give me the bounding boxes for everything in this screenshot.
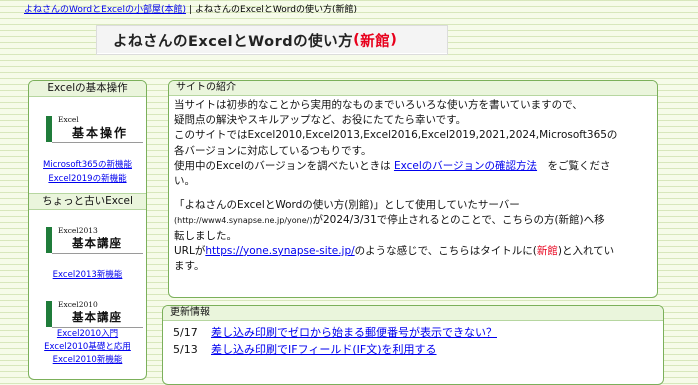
intro-line: URLがhttps://yone.synapse-site.jp/のような感じで… [174, 244, 651, 259]
intro-line: (http://www4.synapse.ne.jp/yone/)が2024/3… [174, 213, 651, 228]
sidebar-heading-excel-basics: Excelの基本操作 [29, 81, 146, 97]
breadcrumb-link-honkan[interactable]: よねさんのWordとExcelの小部屋(本館) [24, 5, 186, 15]
intro-text: をご覧くださ [537, 159, 611, 172]
intro-line: 転しました。 [174, 229, 237, 242]
page-title-suffix-open: ( [353, 32, 361, 48]
intro-line: 「よねさんのExcelとWordの使い方(別館)」として使用していたサーバー [174, 199, 520, 212]
banner-big-label: 基本操作 [72, 126, 129, 140]
excel-version-check-link[interactable]: Excelのバージョンの確認方法 [394, 160, 537, 172]
sidebar-link-microsoft365[interactable]: Microsoft365の新機能 [29, 158, 146, 170]
update-date: 5/17 [173, 326, 198, 339]
sidebar-link-excel2013-new[interactable]: Excel2013新機能 [29, 268, 146, 280]
banner-excel2013-course[interactable]: Excel2013 基本講座 [46, 226, 143, 255]
update-date: 5/13 [173, 343, 198, 356]
banner-big-label: 基本講座 [72, 236, 122, 250]
page-title: よねさんのExcelとWordの使い方(新館) [96, 25, 448, 55]
sidebar: Excelの基本操作 Excel 基本操作 Microsoft365の新機能 E… [28, 80, 147, 380]
update-link[interactable]: 差し込み印刷でIFフィールド(IF文)を利用する [211, 341, 437, 358]
site-intro-heading: サイトの紹介 [169, 81, 657, 96]
banner-excel-basic-ops[interactable]: Excel 基本操作 [46, 115, 143, 144]
list-item: 5/17 差し込み印刷でゼロから始まる郵便番号が表示できない？ [163, 324, 663, 341]
intro-line: 当サイトは初歩的なことから実用的なものまでいろいろな使い方を書いていますので、 [174, 99, 583, 111]
update-list: 5/17 差し込み印刷でゼロから始まる郵便番号が表示できない？ 5/13 差し込… [163, 321, 663, 358]
site-intro-panel: サイトの紹介 当サイトは初歩的なことから実用的なものまでいろいろな使い方を書いて… [168, 80, 658, 298]
old-server-url: (http://www4.synapse.ne.jp/yone/) [174, 216, 313, 226]
intro-text: )と入れてい [557, 244, 615, 257]
new-site-url-link[interactable]: https://yone.synapse-site.jp/ [205, 245, 354, 257]
page-title-suffix-close: ) [390, 32, 398, 48]
intro-red-text: 新館 [536, 244, 558, 257]
breadcrumb: よねさんのWordとExcelの小部屋(本館) | よねさんのExcelとWordの… [24, 2, 357, 15]
banner-big-label: 基本講座 [72, 310, 122, 324]
intro-text: 使用中のExcelのバージョンを調べたいときは [174, 159, 394, 172]
intro-line: 使用中のExcelのバージョンを調べたいときは Excelのバージョンの確認方法… [174, 159, 651, 174]
banner-small-label: Excel2013 [58, 226, 98, 235]
banner-underline [52, 142, 143, 143]
banner-small-label: Excel2010 [58, 300, 98, 309]
update-link[interactable]: 差し込み印刷でゼロから始まる郵便番号が表示できない？ [211, 324, 497, 341]
update-info-heading: 更新情報 [163, 306, 663, 321]
breadcrumb-current: よねさんのExcelとWordの使い方(新館) [195, 5, 358, 15]
page-title-main: よねさんのExcelとWordの使い方 [113, 33, 354, 50]
page-title-suffix: 新館 [360, 33, 391, 50]
intro-line: このサイトではExcel2010,Excel2013,Excel2016,Exc… [174, 129, 618, 142]
intro-line: 疑問点の解決やスキルアップなど、お役にたてたら幸いです。 [174, 114, 467, 127]
banner-accent-bar [46, 116, 52, 142]
intro-text: のような感じで、こちらはタイトルに( [354, 244, 537, 257]
sidebar-link-excel2010-intro[interactable]: Excel2010入門 [29, 327, 146, 339]
banner-excel2010-course[interactable]: Excel2010 基本講座 [46, 300, 143, 329]
sidebar-link-excel2010-basics[interactable]: Excel2010基礎と応用 [29, 340, 146, 352]
update-info-panel: 更新情報 5/17 差し込み印刷でゼロから始まる郵便番号が表示できない？ 5/1… [162, 305, 664, 385]
site-intro-body: 当サイトは初歩的なことから実用的なものまでいろいろな使い方を書いていますので、 … [169, 96, 657, 274]
intro-text: URLが [174, 244, 206, 257]
banner-underline [52, 253, 143, 254]
banner-accent-bar [46, 227, 52, 253]
banner-accent-bar [46, 301, 52, 327]
intro-text: が2024/3/31で停止されるとのことで、こちらの方(新館)へ移 [312, 214, 605, 227]
sidebar-link-excel2019[interactable]: Excel2019の新機能 [29, 172, 146, 184]
intro-line: い。 [174, 175, 195, 188]
list-item: 5/13 差し込み印刷でIFフィールド(IF文)を利用する [163, 341, 663, 358]
intro-line: 各バージョンに対応しているつもりです。 [174, 144, 372, 157]
breadcrumb-separator: | [189, 5, 193, 15]
intro-line: ます。 [174, 260, 205, 273]
sidebar-heading-old-excel: ちょっと古いExcel [29, 193, 146, 210]
banner-small-label: Excel [58, 115, 79, 124]
sidebar-link-excel2010-new[interactable]: Excel2010新機能 [29, 353, 146, 365]
